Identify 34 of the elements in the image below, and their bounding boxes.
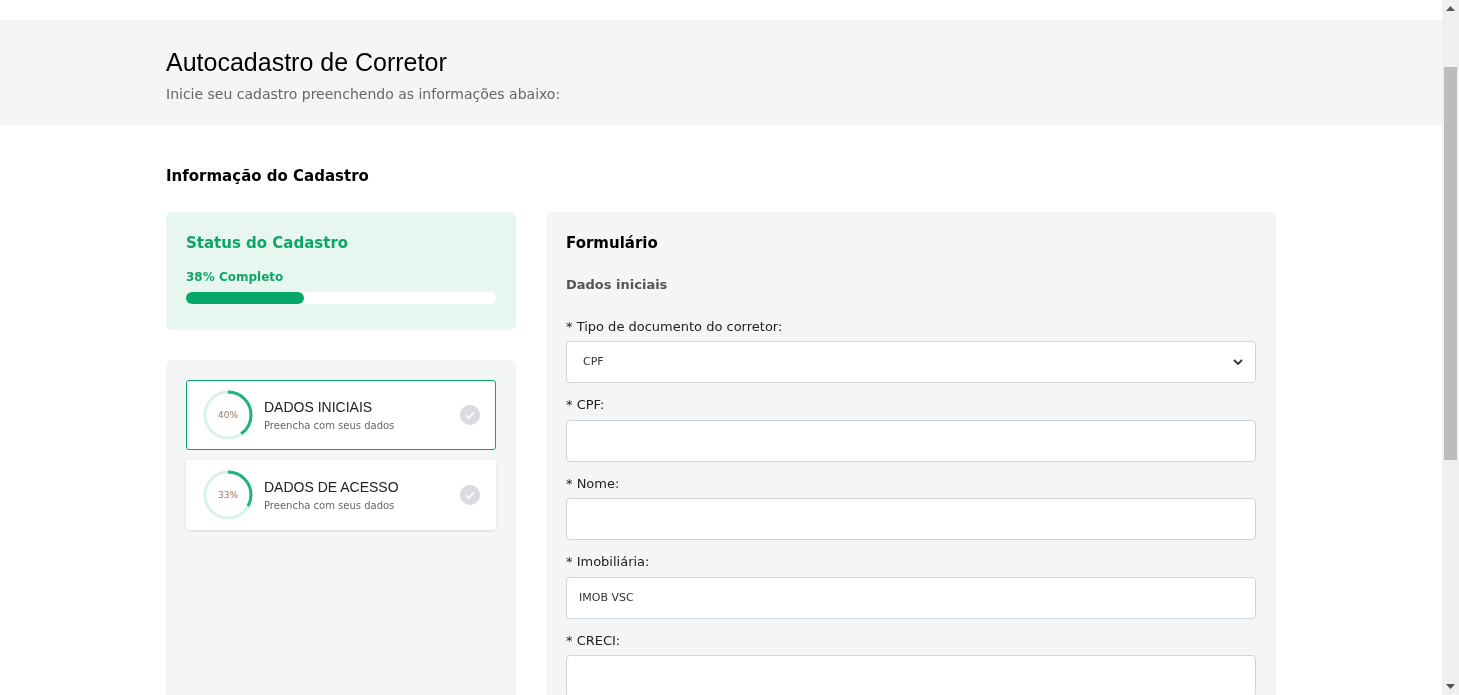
status-reading: 38% Completo (186, 269, 285, 286)
scrollbar[interactable] (1442, 0, 1459, 695)
field-label: * CPF: (566, 396, 606, 414)
scroll-up-icon[interactable] (1446, 6, 1455, 11)
section-title: Informação do Cadastro (166, 166, 370, 187)
step-card[interactable]: 33% DADOS DE ACESSO Preencha com seus dados (186, 460, 496, 530)
step-subtitle: Preencha com seus dados (264, 419, 396, 433)
field-label: * Tipo de documento do corretor: (566, 317, 784, 336)
page-subtitle: Inicie seu cadastro preenchendo as informações abaixo: (166, 85, 561, 104)
step-title: DADOS INICIAIS (264, 398, 374, 417)
progress-ring-icon (202, 389, 254, 441)
field-label: * CRECI: (566, 631, 622, 650)
field-label: * Imobiliária: (566, 553, 651, 571)
field-label: * Nome: (566, 474, 621, 493)
progress-ring-icon (202, 469, 254, 521)
select-field[interactable]: CPF (566, 341, 1256, 383)
scroll-down-icon[interactable] (1446, 684, 1455, 689)
chevron-down-icon (1233, 358, 1243, 366)
status-title: Status do Cadastro (186, 232, 350, 254)
scrollbar-thumb[interactable] (1444, 67, 1457, 460)
step-subtitle: Preencha com seus dados (264, 499, 396, 513)
step-title: DADOS DE ACESSO (264, 478, 400, 497)
check-icon (460, 405, 480, 425)
input-field[interactable] (566, 498, 1256, 540)
input-field[interactable]: IMOB VSC (566, 576, 1256, 619)
step-card[interactable]: 40% DADOS INICIAIS Preencha com seus dados (186, 380, 496, 450)
step-percent: 40% (218, 410, 238, 420)
step-percent: 33% (218, 490, 238, 500)
form-subtitle: Dados iniciais (566, 276, 669, 294)
form-title: Formulário (566, 232, 659, 254)
page-title: Autocadastro de Corretor (166, 47, 447, 78)
check-icon (460, 485, 480, 505)
input-field[interactable] (566, 655, 1256, 695)
input-field[interactable] (566, 419, 1256, 462)
